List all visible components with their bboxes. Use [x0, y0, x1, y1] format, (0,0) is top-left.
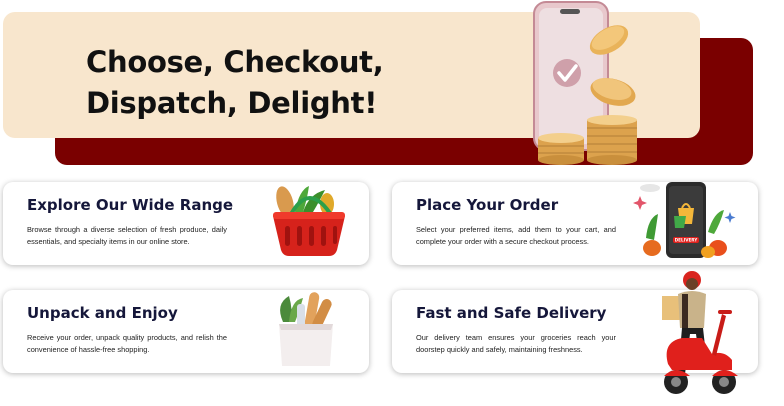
card-title: Fast and Safe Delivery [416, 304, 607, 322]
card-title: Explore Our Wide Range [27, 196, 234, 214]
card-unpack-enjoy: Unpack and Enjoy Receive your order, unp… [3, 290, 369, 373]
delivery-scooter-icon [662, 271, 738, 394]
hero-title-line-2: Dispatch, Delight! [86, 86, 378, 120]
phone-badge-text: DELIVERY [675, 238, 699, 243]
card-title: Place Your Order [416, 196, 559, 214]
mobile-order-icon: DELIVERY [633, 182, 736, 258]
card-title: Unpack and Enjoy [27, 304, 178, 322]
card-description: Our delivery team ensures your groceries… [416, 333, 616, 354]
hero-title: Choose, Checkout, Dispatch, Delight! [86, 42, 384, 124]
card-place-order: Place Your Order Select your preferred i… [392, 182, 758, 265]
grocery-bag-icon [279, 292, 333, 366]
shopping-basket-icon [273, 186, 345, 256]
hero-title-line-1: Choose, Checkout, [86, 45, 384, 79]
card-description: Browse through a diverse selection of fr… [27, 225, 227, 246]
card-explore-range: Explore Our Wide Range Browse through a … [3, 182, 369, 265]
card-description: Select your preferred items, add them to… [416, 225, 616, 246]
card-description: Receive your order, unpack quality produ… [27, 333, 227, 354]
phone-with-coins-icon [533, 1, 637, 165]
